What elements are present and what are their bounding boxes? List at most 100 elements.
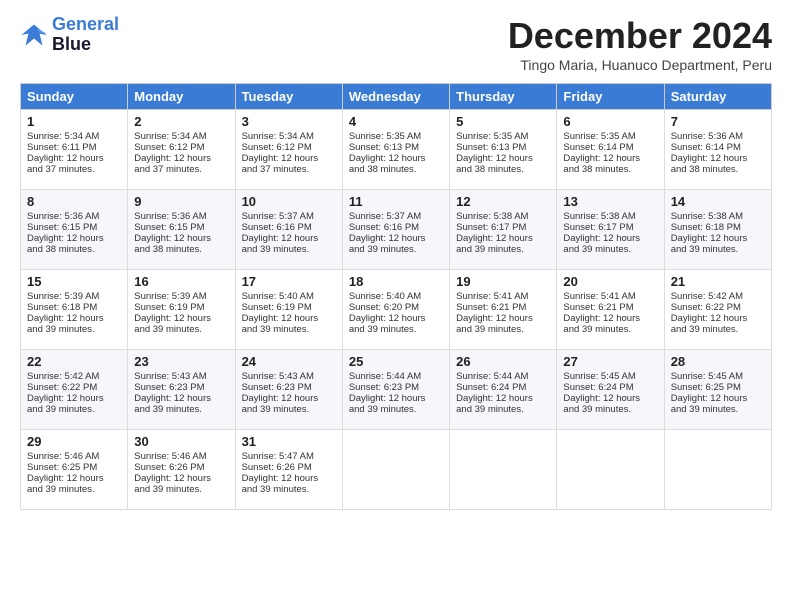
daylight-text: Daylight: 12 hours and 37 minutes.: [134, 153, 228, 175]
calendar-cell: 10 Sunrise: 5:37 AMSunset: 6:16 PMDayligh…: [235, 190, 342, 270]
calendar-cell: 26Sunrise: 5:44 AMSunset: 6:24 PMDayligh…: [450, 350, 557, 430]
daylight-text: Daylight: 12 hours and 38 minutes.: [27, 233, 121, 255]
day-number: 10: [242, 194, 336, 209]
sunset-text: Sunset: 6:16 PM: [242, 222, 336, 233]
sunrise-text: Sunrise: 5:36 AM: [27, 211, 121, 222]
calendar-cell: 24Sunrise: 5:43 AMSunset: 6:23 PMDayligh…: [235, 350, 342, 430]
sunrise-text: Sunrise: 5:37 AM: [242, 211, 336, 222]
calendar-cell: [557, 430, 664, 510]
sunrise-text: Sunrise: 5:36 AM: [671, 131, 765, 142]
day-number: 17: [242, 274, 336, 289]
day-number: 15: [27, 274, 121, 289]
sunset-text: Sunset: 6:14 PM: [671, 142, 765, 153]
calendar-cell: 5Sunrise: 5:35 AMSunset: 6:13 PMDaylight…: [450, 110, 557, 190]
day-header-sunday: Sunday: [21, 84, 128, 110]
day-number: 29: [27, 434, 121, 449]
calendar-cell: 3Sunrise: 5:34 AMSunset: 6:12 PMDaylight…: [235, 110, 342, 190]
day-number: 25: [349, 354, 443, 369]
sunset-text: Sunset: 6:13 PM: [456, 142, 550, 153]
daylight-text: Daylight: 12 hours and 39 minutes.: [242, 313, 336, 335]
calendar-cell: 8Sunrise: 5:36 AMSunset: 6:15 PMDaylight…: [21, 190, 128, 270]
calendar-cell: [664, 430, 771, 510]
daylight-text: Daylight: 12 hours and 39 minutes.: [349, 393, 443, 415]
calendar-cell: 27Sunrise: 5:45 AMSunset: 6:24 PMDayligh…: [557, 350, 664, 430]
sunrise-text: Sunrise: 5:45 AM: [563, 371, 657, 382]
sunrise-text: Sunrise: 5:34 AM: [134, 131, 228, 142]
day-number: 19: [456, 274, 550, 289]
day-number: 23: [134, 354, 228, 369]
day-number: 1: [27, 114, 121, 129]
sunset-text: Sunset: 6:21 PM: [456, 302, 550, 313]
day-header-tuesday: Tuesday: [235, 84, 342, 110]
header: GeneralBlue December 2024 Tingo Maria, H…: [20, 15, 772, 73]
sunset-text: Sunset: 6:15 PM: [27, 222, 121, 233]
daylight-text: Daylight: 12 hours and 39 minutes.: [456, 233, 550, 255]
day-number: 28: [671, 354, 765, 369]
sunrise-text: Sunrise: 5:41 AM: [563, 291, 657, 302]
calendar-cell: 29Sunrise: 5:46 AMSunset: 6:25 PMDayligh…: [21, 430, 128, 510]
calendar-table: SundayMondayTuesdayWednesdayThursdayFrid…: [20, 83, 772, 510]
location-subtitle: Tingo Maria, Huanuco Department, Peru: [508, 57, 772, 73]
week-row-1: 1 Sunrise: 5:34 AM Sunset: 6:11 PM Daylight…: [21, 110, 772, 190]
day-header-friday: Friday: [557, 84, 664, 110]
header-row: SundayMondayTuesdayWednesdayThursdayFrid…: [21, 84, 772, 110]
page: GeneralBlue December 2024 Tingo Maria, H…: [0, 0, 792, 612]
sunset-text: Sunset: 6:25 PM: [27, 462, 121, 473]
logo-bird-icon: [20, 21, 48, 49]
sunset-text: Sunset: 6:11 PM: [27, 142, 121, 153]
calendar-cell: 20Sunrise: 5:41 AMSunset: 6:21 PMDayligh…: [557, 270, 664, 350]
calendar-cell: 7Sunrise: 5:36 AMSunset: 6:14 PMDaylight…: [664, 110, 771, 190]
day-number: 27: [563, 354, 657, 369]
day-number: 13: [563, 194, 657, 209]
daylight-text: Daylight: 12 hours and 38 minutes.: [671, 153, 765, 175]
daylight-text: Daylight: 12 hours and 38 minutes.: [563, 153, 657, 175]
week-row-3: 15Sunrise: 5:39 AMSunset: 6:18 PMDayligh…: [21, 270, 772, 350]
sunset-text: Sunset: 6:16 PM: [349, 222, 443, 233]
calendar-cell: 15Sunrise: 5:39 AMSunset: 6:18 PMDayligh…: [21, 270, 128, 350]
daylight-text: Daylight: 12 hours and 39 minutes.: [134, 393, 228, 415]
daylight-text: Daylight: 12 hours and 37 minutes.: [242, 153, 336, 175]
calendar-cell: 25Sunrise: 5:44 AMSunset: 6:23 PMDayligh…: [342, 350, 449, 430]
sunrise-text: Sunrise: 5:36 AM: [134, 211, 228, 222]
calendar-cell: 28Sunrise: 5:45 AMSunset: 6:25 PMDayligh…: [664, 350, 771, 430]
sunset-text: Sunset: 6:23 PM: [134, 382, 228, 393]
day-number: 30: [134, 434, 228, 449]
daylight-text: Daylight: 12 hours and 39 minutes.: [134, 313, 228, 335]
sunrise-text: Sunrise: 5:43 AM: [134, 371, 228, 382]
day-number: 11: [349, 194, 443, 209]
sunrise-text: Sunrise: 5:44 AM: [456, 371, 550, 382]
calendar-cell: 23 Sunrise: 5:43 AMSunset: 6:23 PMDayligh…: [128, 350, 235, 430]
sunset-text: Sunset: 6:25 PM: [671, 382, 765, 393]
sunrise-text: Sunrise: 5:35 AM: [563, 131, 657, 142]
sunset-text: Sunset: 6:23 PM: [242, 382, 336, 393]
daylight-text: Daylight: 12 hours and 39 minutes.: [563, 393, 657, 415]
sunset-text: Sunset: 6:24 PM: [456, 382, 550, 393]
sunrise-text: Sunrise: 5:45 AM: [671, 371, 765, 382]
daylight-text: Daylight: 12 hours and 39 minutes.: [242, 233, 336, 255]
sunrise-text: Sunrise: 5:35 AM: [456, 131, 550, 142]
calendar-cell: 31Sunrise: 5:47 AMSunset: 6:26 PMDayligh…: [235, 430, 342, 510]
title-block: December 2024 Tingo Maria, Huanuco Depar…: [508, 15, 772, 73]
sunrise-text: Sunrise: 5:46 AM: [134, 451, 228, 462]
day-number: 4: [349, 114, 443, 129]
sunrise-text: Sunrise: 5:42 AM: [27, 371, 121, 382]
sunset-text: Sunset: 6:26 PM: [242, 462, 336, 473]
daylight-text: Daylight: 12 hours and 38 minutes.: [349, 153, 443, 175]
day-header-saturday: Saturday: [664, 84, 771, 110]
day-number: 9: [134, 194, 228, 209]
daylight-text: Daylight: 12 hours and 38 minutes.: [134, 233, 228, 255]
daylight-text: Daylight: 12 hours and 39 minutes.: [242, 393, 336, 415]
daylight-text: Daylight: 12 hours and 39 minutes.: [456, 393, 550, 415]
calendar-cell: 6Sunrise: 5:35 AMSunset: 6:14 PMDaylight…: [557, 110, 664, 190]
calendar-cell: [450, 430, 557, 510]
day-number: 20: [563, 274, 657, 289]
calendar-cell: 17Sunrise: 5:40 AMSunset: 6:19 PMDayligh…: [235, 270, 342, 350]
sunset-text: Sunset: 6:17 PM: [456, 222, 550, 233]
sunrise-text: Sunrise: 5:35 AM: [349, 131, 443, 142]
sunrise-text: Sunrise: 5:38 AM: [563, 211, 657, 222]
calendar-cell: [342, 430, 449, 510]
sunset-text: Sunset: 6:20 PM: [349, 302, 443, 313]
daylight-text: Daylight: 12 hours and 39 minutes.: [563, 233, 657, 255]
week-row-2: 8Sunrise: 5:36 AMSunset: 6:15 PMDaylight…: [21, 190, 772, 270]
month-title: December 2024: [508, 15, 772, 57]
